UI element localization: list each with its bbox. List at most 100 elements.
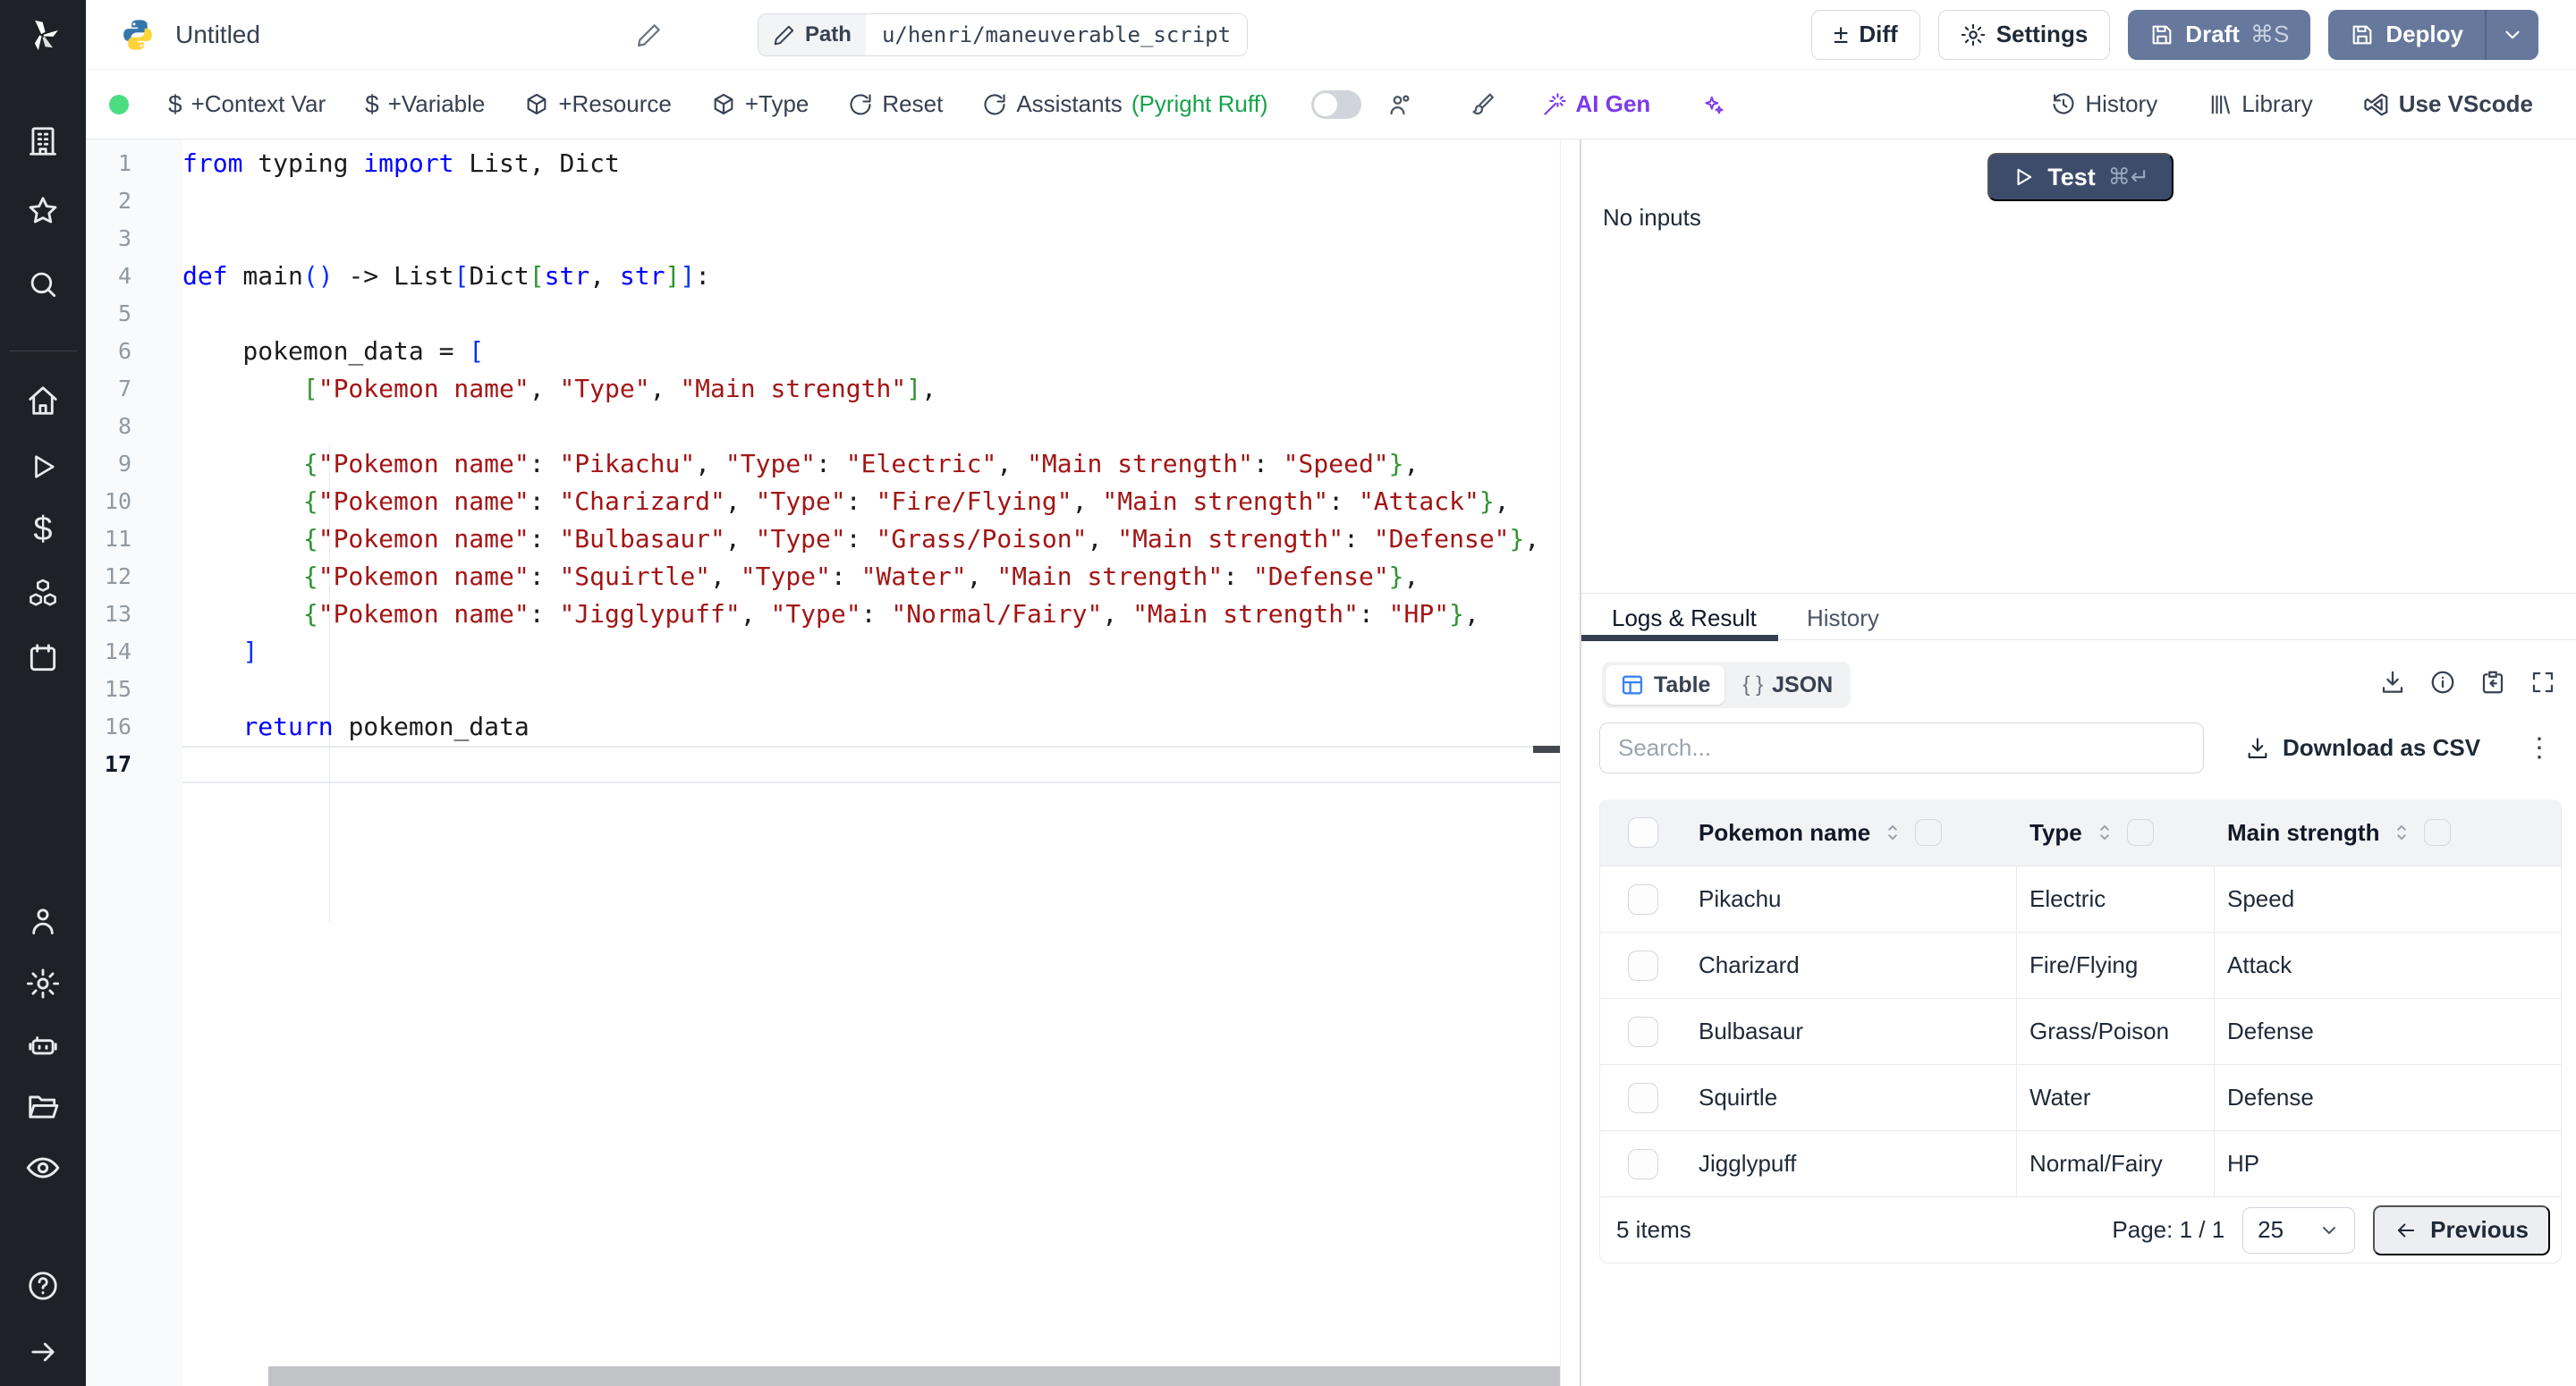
table-row[interactable]: Pikachu Electric Speed [1600, 866, 2561, 932]
tab-logs-result[interactable]: Logs & Result [1612, 604, 1757, 632]
code-line-content[interactable]: {"Pokemon name": "Squirtle", "Type": "Wa… [182, 558, 1560, 596]
copy-result-button[interactable] [2479, 669, 2506, 696]
column-filter-toggle[interactable] [2424, 819, 2451, 846]
path-chip[interactable]: Path u/henri/maneuverable_script [758, 13, 1248, 56]
add-resource-button[interactable]: +Resource [524, 90, 671, 118]
code-line[interactable]: 9 {"Pokemon name": "Pikachu", "Type": "E… [86, 445, 1560, 483]
select-all-checkbox[interactable] [1628, 817, 1658, 848]
code-line[interactable]: 2 [86, 182, 1560, 220]
windmill-logo-icon[interactable] [0, 7, 86, 63]
row-checkbox[interactable] [1628, 1017, 1658, 1047]
previous-page-button[interactable]: Previous [2373, 1205, 2550, 1255]
row-checkbox[interactable] [1628, 951, 1658, 981]
editor-horizontal-scrollbar[interactable] [268, 1366, 1561, 1386]
diff-button[interactable]: ± Diff [1811, 10, 1920, 60]
draft-button[interactable]: Draft ⌘S [2128, 10, 2310, 60]
code-line-content[interactable]: pokemon_data = [ [182, 333, 1560, 370]
tab-history[interactable]: History [1807, 604, 1879, 632]
code-line-content[interactable]: {"Pokemon name": "Bulbasaur", "Type": "G… [182, 520, 1560, 558]
row-checkbox[interactable] [1628, 1149, 1658, 1179]
code-line[interactable]: 13 {"Pokemon name": "Jigglypuff", "Type"… [86, 596, 1560, 633]
code-line[interactable]: 1 from typing import List, Dict [86, 145, 1560, 182]
sidebar-item-expand[interactable] [0, 1325, 86, 1379]
code-line[interactable]: 14 ] [86, 633, 1560, 671]
deploy-dropdown-button[interactable] [2485, 10, 2538, 60]
code-line-content[interactable]: {"Pokemon name": "Jigglypuff", "Type": "… [182, 596, 1560, 633]
code-line[interactable]: 6 pokemon_data = [ [86, 333, 1560, 370]
sidebar-item-help[interactable] [0, 1259, 86, 1313]
edit-summary-button[interactable] [636, 21, 663, 48]
download-csv-button[interactable]: Download as CSV [2245, 734, 2480, 762]
code-line[interactable]: 7 ["Pokemon name", "Type", "Main strengt… [86, 370, 1560, 408]
sort-icon[interactable] [2390, 821, 2413, 844]
result-info-button[interactable] [2429, 669, 2456, 696]
format-button[interactable] [1469, 91, 1496, 118]
code-line-content[interactable] [182, 295, 1560, 333]
sidebar-item-home[interactable] [0, 374, 86, 427]
code-line[interactable]: 17 [86, 746, 1560, 783]
sidebar-item-favorites[interactable] [0, 184, 86, 238]
sidebar-item-runs[interactable] [0, 440, 86, 494]
sidebar-item-workers[interactable] [0, 1019, 86, 1073]
code-line-content[interactable] [182, 220, 1560, 258]
sidebar-item-variables[interactable]: $ [0, 503, 86, 556]
code-line-content[interactable] [182, 182, 1560, 220]
test-button[interactable]: Test ⌘↵ [1987, 153, 2174, 201]
column-filter-toggle[interactable] [2127, 819, 2154, 846]
deploy-button[interactable]: Deploy [2328, 10, 2538, 60]
view-table-button[interactable]: Table [1606, 665, 1724, 705]
sparkles-icon[interactable] [1700, 92, 1725, 117]
sidebar-item-settings[interactable] [0, 957, 86, 1010]
code-line-content[interactable]: {"Pokemon name": "Charizard", "Type": "F… [182, 483, 1560, 520]
sidebar-item-audit-logs[interactable] [0, 1141, 86, 1195]
code-editor[interactable]: 1 from typing import List, Dict 2 3 4 de… [86, 139, 1561, 1386]
code-line-content[interactable] [182, 746, 1560, 783]
page-size-select[interactable]: 25 [2242, 1207, 2355, 1254]
code-line[interactable]: 4 def main() -> List[Dict[str, str]]: [86, 258, 1560, 295]
code-line-content[interactable]: ["Pokemon name", "Type", "Main strength"… [182, 370, 1560, 408]
use-vscode-button[interactable]: Use VScode [2363, 90, 2533, 118]
settings-button[interactable]: Settings [1938, 10, 2111, 60]
sidebar-item-users[interactable] [0, 894, 86, 948]
reset-button[interactable]: Reset [848, 90, 943, 118]
sort-icon[interactable] [1881, 821, 1904, 844]
add-type-button[interactable]: +Type [711, 90, 809, 118]
column-filter-toggle[interactable] [1915, 819, 1942, 846]
code-line[interactable]: 15 [86, 671, 1560, 708]
ai-gen-button[interactable]: AI Gen [1542, 90, 1651, 118]
table-menu-button[interactable]: ⋮ [2526, 732, 2553, 764]
row-checkbox[interactable] [1628, 884, 1658, 915]
table-row[interactable]: Bulbasaur Grass/Poison Defense [1600, 998, 2561, 1064]
sidebar-item-schedules[interactable] [0, 631, 86, 685]
multiplayer-users-icon[interactable] [1386, 91, 1413, 118]
assistants-button[interactable]: Assistants (Pyright Ruff) [982, 90, 1267, 118]
code-line[interactable]: 11 {"Pokemon name": "Bulbasaur", "Type":… [86, 520, 1560, 558]
library-button[interactable]: Library [2207, 90, 2312, 118]
code-line-content[interactable]: return pokemon_data [182, 708, 1560, 746]
code-line[interactable]: 16 return pokemon_data [86, 708, 1560, 746]
add-variable-button[interactable]: $+Variable [365, 90, 485, 119]
code-line-content[interactable] [182, 671, 1560, 708]
code-line-content[interactable] [182, 408, 1560, 445]
history-button[interactable]: History [2051, 90, 2157, 118]
row-checkbox[interactable] [1628, 1083, 1658, 1113]
code-line-content[interactable]: def main() -> List[Dict[str, str]]: [182, 258, 1560, 295]
code-line[interactable]: 10 {"Pokemon name": "Charizard", "Type":… [86, 483, 1560, 520]
sidebar-item-search[interactable] [0, 258, 86, 311]
download-result-button[interactable] [2379, 669, 2406, 696]
code-line[interactable]: 3 [86, 220, 1560, 258]
add-context-var-button[interactable]: $+Context Var [168, 90, 326, 119]
view-json-button[interactable]: { } JSON [1728, 665, 1847, 705]
multiplayer-toggle[interactable] [1311, 90, 1361, 119]
sidebar-item-folders[interactable] [0, 1080, 86, 1134]
table-row[interactable]: Jigglypuff Normal/Fairy HP [1600, 1130, 2561, 1196]
code-line[interactable]: 8 [86, 408, 1560, 445]
sidebar-item-resources[interactable] [0, 567, 86, 621]
sidebar-item-workspace[interactable] [0, 114, 86, 168]
code-line-content[interactable]: from typing import List, Dict [182, 145, 1560, 182]
code-line[interactable]: 5 [86, 295, 1560, 333]
code-line-content[interactable]: ] [182, 633, 1560, 671]
code-line-content[interactable]: {"Pokemon name": "Pikachu", "Type": "Ele… [182, 445, 1560, 483]
expand-result-button[interactable] [2529, 669, 2556, 696]
sort-icon[interactable] [2093, 821, 2116, 844]
